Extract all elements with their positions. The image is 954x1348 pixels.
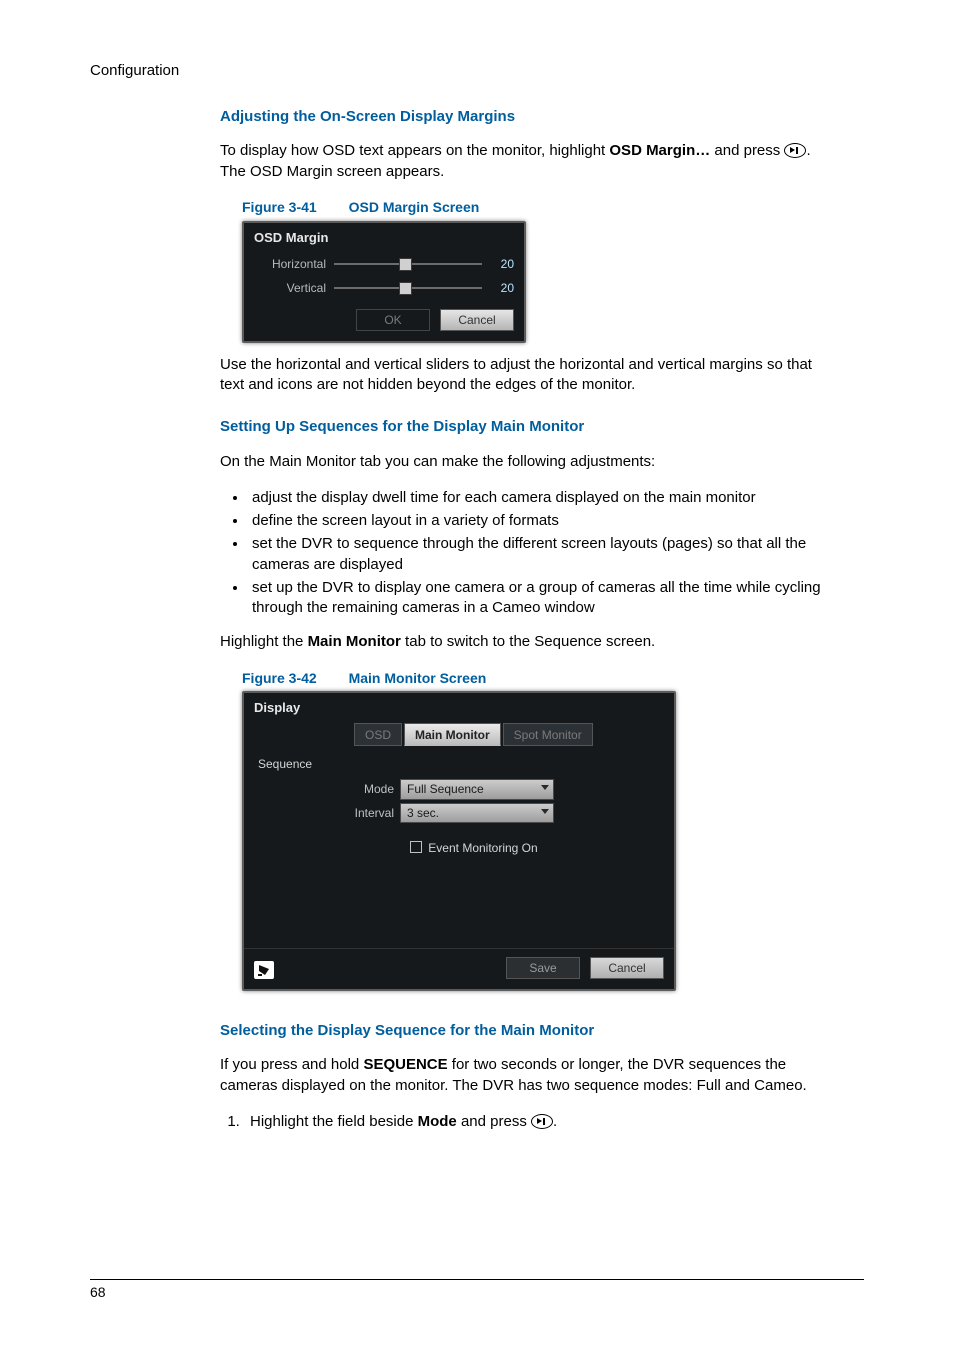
cancel-button[interactable]: Cancel	[590, 957, 664, 979]
bullet-list: adjust the display dwell time for each c…	[220, 488, 830, 619]
mm-dialog-title: Display	[244, 693, 674, 723]
mm-mode-label: Mode	[344, 781, 394, 797]
cancel-button[interactable]: Cancel	[440, 309, 514, 331]
list-item: define the screen layout in a variety of…	[248, 511, 830, 531]
mm-interval-label: Interval	[344, 805, 394, 821]
tab-osd[interactable]: OSD	[354, 723, 402, 746]
list-item: adjust the display dwell time for each c…	[248, 488, 830, 508]
page-section-header: Configuration	[90, 62, 864, 79]
osd-horizontal-value: 20	[492, 256, 514, 272]
text: If you press and hold	[220, 1056, 363, 1073]
paint-can-icon[interactable]	[254, 961, 274, 979]
heading-setting-sequences: Setting Up Sequences for the Display Mai…	[220, 417, 830, 437]
slider-thumb-icon[interactable]	[399, 282, 412, 295]
osd-vertical-value: 20	[492, 280, 514, 296]
mm-tabs: OSD Main Monitor Spot Monitor	[244, 723, 674, 750]
text: tab to switch to the Sequence screen.	[401, 633, 655, 650]
event-monitoring-checkbox[interactable]	[410, 841, 422, 853]
numbered-list: Highlight the field beside Mode and pres…	[220, 1112, 830, 1132]
text: Highlight the	[220, 633, 308, 650]
para-seq-press-hold: If you press and hold SEQUENCE for two s…	[220, 1055, 830, 1096]
ok-button[interactable]: OK	[356, 309, 430, 331]
mm-interval-row: Interval 3 sec.	[344, 803, 674, 823]
text: To display how OSD text appears on the m…	[220, 142, 609, 159]
osd-vertical-label: Vertical	[254, 280, 326, 296]
list-item: set the DVR to sequence through the diff…	[248, 534, 830, 575]
osd-dialog-title: OSD Margin	[244, 223, 524, 253]
text: .	[553, 1113, 557, 1130]
text-bold: Mode	[418, 1113, 457, 1130]
tab-spot-monitor[interactable]: Spot Monitor	[503, 723, 593, 746]
text-bold: OSD Margin…	[609, 142, 710, 159]
mm-sequence-label: Sequence	[244, 750, 674, 776]
play-pause-icon	[784, 143, 806, 158]
para-osd-intro: To display how OSD text appears on the m…	[220, 141, 830, 182]
text-bold: Main Monitor	[308, 633, 401, 650]
osd-vertical-row: Vertical 20	[244, 276, 524, 300]
event-monitoring-label: Event Monitoring On	[428, 841, 537, 855]
figure-caption: OSD Margin Screen	[349, 199, 480, 215]
osd-horizontal-slider[interactable]	[334, 263, 482, 265]
mm-footer: Save Cancel	[244, 948, 674, 989]
osd-margin-dialog: OSD Margin Horizontal 20 Vertical 20 OK …	[242, 221, 526, 343]
text: and press	[457, 1113, 531, 1130]
osd-horizontal-row: Horizontal 20	[244, 252, 524, 276]
figure-number: Figure 3-42	[242, 670, 317, 686]
main-monitor-dialog: Display OSD Main Monitor Spot Monitor Se…	[242, 691, 676, 991]
para-highlight-mainmon: Highlight the Main Monitor tab to switch…	[220, 632, 830, 652]
slider-thumb-icon[interactable]	[399, 258, 412, 271]
figure-caption: Main Monitor Screen	[349, 670, 487, 686]
heading-adjusting-osd: Adjusting the On-Screen Display Margins	[220, 107, 830, 127]
text: and press	[710, 142, 784, 159]
text-bold: SEQUENCE	[363, 1056, 447, 1073]
para-seq-intro: On the Main Monitor tab you can make the…	[220, 452, 830, 472]
mm-interval-select[interactable]: 3 sec.	[400, 803, 554, 823]
mm-event-row: Event Monitoring On	[244, 826, 674, 862]
tab-main-monitor[interactable]: Main Monitor	[404, 723, 501, 746]
list-item: set up the DVR to display one camera or …	[248, 578, 830, 619]
osd-vertical-slider[interactable]	[334, 287, 482, 289]
play-pause-icon	[531, 1114, 553, 1129]
mm-mode-row: Mode Full Sequence	[344, 779, 674, 799]
list-item: Highlight the field beside Mode and pres…	[244, 1112, 830, 1132]
figure-label-3-41: Figure 3-41 OSD Margin Screen	[242, 198, 830, 217]
figure-number: Figure 3-41	[242, 199, 317, 215]
osd-horizontal-label: Horizontal	[254, 256, 326, 272]
save-button[interactable]: Save	[506, 957, 580, 979]
page-number: 68	[90, 1284, 106, 1300]
text: Highlight the field beside	[250, 1113, 418, 1130]
mm-mode-select[interactable]: Full Sequence	[400, 779, 554, 799]
heading-selecting-sequence: Selecting the Display Sequence for the M…	[220, 1021, 830, 1041]
para-osd-after: Use the horizontal and vertical sliders …	[220, 355, 830, 396]
figure-label-3-42: Figure 3-42 Main Monitor Screen	[242, 669, 830, 688]
page-footer: 68	[90, 1279, 864, 1300]
